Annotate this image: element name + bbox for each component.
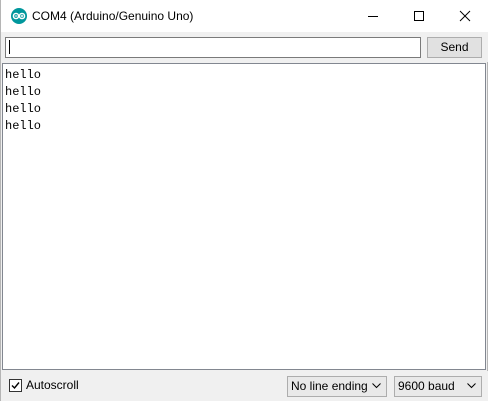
chevron-down-icon [467, 383, 476, 389]
autoscroll-label: Autoscroll [26, 378, 79, 392]
minimize-button[interactable] [350, 0, 396, 32]
chevron-down-icon [372, 383, 381, 389]
close-button[interactable] [442, 0, 488, 32]
send-toolbar [1, 32, 488, 62]
output-line: hello [5, 68, 42, 82]
maximize-button[interactable] [396, 0, 442, 32]
title-bar[interactable]: COM4 (Arduino/Genuino Uno) [1, 0, 488, 32]
minimize-icon [368, 16, 378, 17]
output-line: hello [5, 119, 42, 133]
footer-bar: Autoscroll No line ending 9600 baud [1, 371, 488, 401]
line-ending-select[interactable]: No line ending [287, 376, 387, 397]
line-ending-value: No line ending [291, 379, 368, 393]
output-line: hello [5, 85, 42, 99]
baud-rate-select[interactable]: 9600 baud [394, 376, 482, 397]
close-icon [459, 10, 471, 22]
text-caret [9, 40, 10, 54]
window-title: COM4 (Arduino/Genuino Uno) [32, 9, 194, 23]
maximize-icon [414, 11, 424, 21]
baud-rate-value: 9600 baud [398, 379, 455, 393]
serial-input-field[interactable] [5, 37, 421, 58]
serial-monitor-window: COM4 (Arduino/Genuino Uno) Send hello he… [0, 0, 488, 401]
checkmark-icon [11, 382, 20, 390]
arduino-logo-icon [10, 8, 28, 24]
autoscroll-checkbox[interactable] [9, 379, 22, 392]
output-line: hello [5, 102, 42, 116]
serial-output-area[interactable]: hello hello hello hello [2, 63, 486, 370]
send-button[interactable]: Send [427, 37, 482, 58]
